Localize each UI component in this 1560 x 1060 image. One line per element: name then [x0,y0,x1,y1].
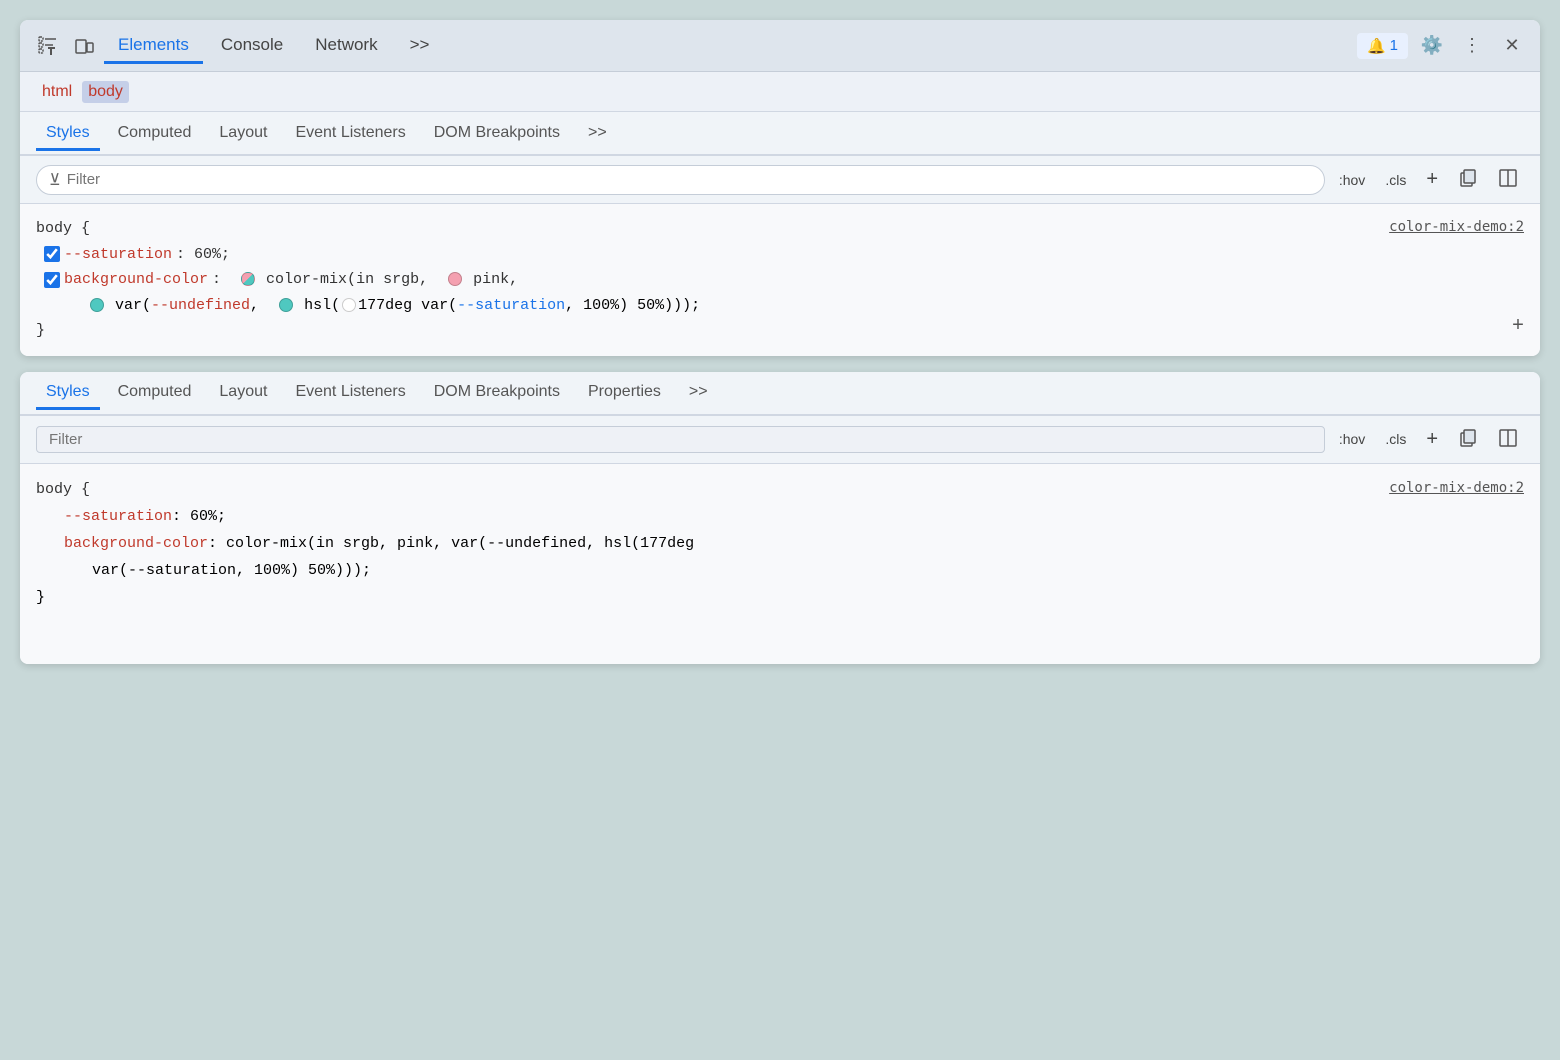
bgcolor-value-cont-2: var(--saturation, 100%) 50%))); [92,562,371,579]
breadcrumb-html[interactable]: html [36,81,78,103]
css-line1-2: --saturation: 60%; [36,503,1524,530]
tab-dom-breakpoints-2[interactable]: DOM Breakpoints [424,377,570,410]
tab-elements[interactable]: Elements [104,29,203,64]
filter-bar: ⊻ :hov .cls + [20,156,1540,204]
hov-button[interactable]: :hov [1333,168,1371,192]
css-property-saturation: --saturation : 60%; [36,242,1524,268]
bgcolor-checkbox[interactable] [44,272,60,288]
styles-sub-tabs-2: Styles Computed Layout Event Listeners D… [20,372,1540,416]
settings-icon[interactable]: ⚙️ [1416,30,1448,62]
tab-more-sub-2[interactable]: >> [679,377,718,410]
css-selector-2: body { [36,476,90,503]
tab-styles[interactable]: Styles [36,118,100,151]
css-line3-2: var(--saturation, 100%) 50%))); [36,557,1524,584]
css-selector: body { [36,216,90,242]
tab-styles-2[interactable]: Styles [36,377,100,410]
filter-input-wrap[interactable]: ⊻ [36,165,1325,195]
devtools-bottom-panel: Styles Computed Layout Event Listeners D… [20,372,1540,664]
add-style-button[interactable]: + [1420,164,1444,195]
tab-dom-breakpoints[interactable]: DOM Breakpoints [424,118,570,151]
color-swatch-teal2[interactable] [279,298,293,312]
tab-layout-2[interactable]: Layout [209,377,277,410]
panel-split-button[interactable] [1492,164,1524,195]
add-style-button-2[interactable]: + [1420,424,1444,455]
css-content-2: body { color-mix-demo:2 --saturation: 60… [20,464,1540,664]
cls-button-2[interactable]: .cls [1379,427,1412,451]
css-file-link[interactable]: color-mix-demo:2 [1389,216,1524,240]
filter-input[interactable] [67,171,1312,188]
notification-badge[interactable]: 🔔 1 [1357,33,1408,59]
css-content: body { color-mix-demo:2 --saturation : 6… [20,204,1540,356]
tab-properties-2[interactable]: Properties [578,377,671,410]
cls-button[interactable]: .cls [1379,168,1412,192]
saturation-prop-2: --saturation [64,508,172,525]
tab-network[interactable]: Network [301,29,391,64]
tab-event-listeners[interactable]: Event Listeners [285,118,415,151]
filter-actions: :hov .cls + [1333,164,1524,195]
more-icon[interactable]: ⋮ [1456,30,1488,62]
filter-input-wrap-2[interactable] [36,426,1325,453]
badge-icon: 🔔 [1367,37,1386,55]
css-property-bgcolor: background-color : color-mix(in srgb, pi… [36,267,1524,293]
css-line3: var(--undefined, hsl(177deg var(--satura… [36,293,1524,319]
color-swatch-white[interactable] [342,298,356,312]
tab-more[interactable]: >> [396,29,444,64]
css-rule-header-2: body { color-mix-demo:2 [36,476,1524,503]
css-rule-header: body { color-mix-demo:2 [36,216,1524,242]
bgcolor-prop-2: background-color [64,535,208,552]
saturation-checkbox[interactable] [44,246,60,262]
hov-button-2[interactable]: :hov [1333,427,1371,451]
css-closing-2: } [36,584,1524,611]
badge-count: 1 [1390,37,1398,54]
toolbar-right: 🔔 1 ⚙️ ⋮ ✕ [1357,30,1528,62]
tab-more-sub[interactable]: >> [578,118,617,151]
saturation-value-2: : 60%; [172,508,226,525]
filter-actions-2: :hov .cls + [1333,424,1524,455]
color-swatch-pink[interactable] [448,272,462,286]
panel-split-button-2[interactable] [1492,424,1524,455]
devtools-top-panel: Elements Console Network >> 🔔 1 ⚙️ ⋮ ✕ h… [20,20,1540,356]
bgcolor-prop-name: background-color [64,267,208,293]
color-swatch-teal[interactable] [90,298,104,312]
device-toggle-icon[interactable] [68,30,100,62]
close-icon[interactable]: ✕ [1496,30,1528,62]
saturation-prop-name: --saturation [64,242,172,268]
tab-layout[interactable]: Layout [209,118,277,151]
filter-icon: ⊻ [49,170,61,190]
filter-input-2[interactable] [49,431,1312,448]
color-swatch-mixed[interactable] [241,272,255,286]
breadcrumb: html body [20,72,1540,112]
copy-styles-button[interactable] [1452,164,1484,195]
copy-styles-button-2[interactable] [1452,424,1484,455]
add-rule-button[interactable]: + [1512,310,1524,344]
filter-bar-2: :hov .cls + [20,416,1540,464]
breadcrumb-body[interactable]: body [82,81,129,103]
saturation-prop-value: : 60%; [176,242,230,268]
bgcolor-prop-value-1: : color-mix(in srgb, pink, [212,267,518,293]
css-closing: } [36,318,1524,344]
css-file-link-2[interactable]: color-mix-demo:2 [1389,476,1524,501]
devtools-toolbar: Elements Console Network >> 🔔 1 ⚙️ ⋮ ✕ [20,20,1540,72]
tab-computed-2[interactable]: Computed [108,377,202,410]
tab-console[interactable]: Console [207,29,297,64]
css-line2-2: background-color: color-mix(in srgb, pin… [36,530,1524,557]
tab-event-listeners-2[interactable]: Event Listeners [285,377,415,410]
tab-computed[interactable]: Computed [108,118,202,151]
bgcolor-value-2: : color-mix(in srgb, pink, var(--undefin… [208,535,694,552]
inspect-icon[interactable] [32,30,64,62]
styles-sub-tabs: Styles Computed Layout Event Listeners D… [20,112,1540,156]
